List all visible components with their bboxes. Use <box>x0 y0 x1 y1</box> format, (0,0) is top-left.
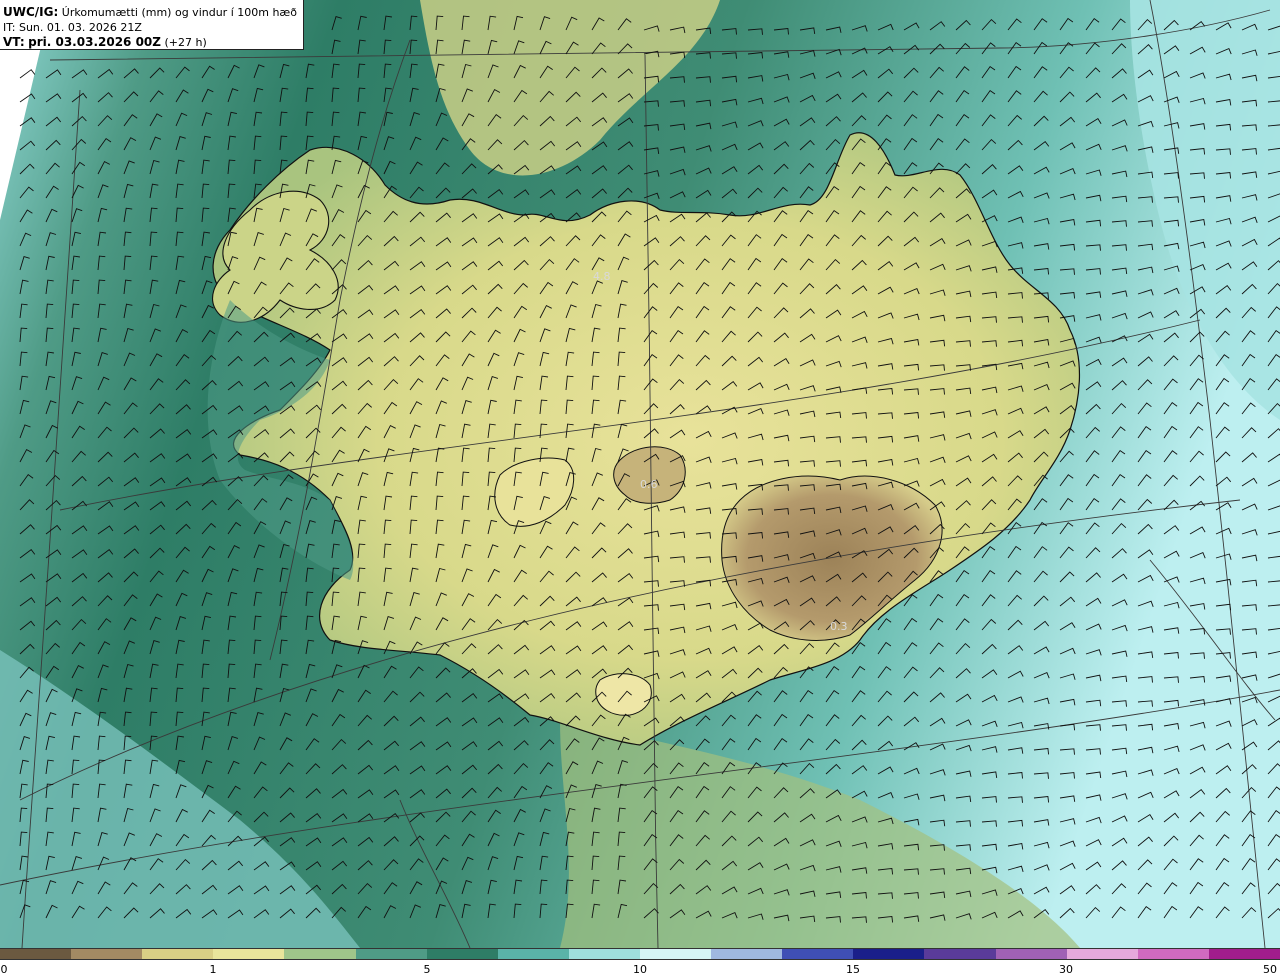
valid-time-line: VT: pri. 03.03.2026 00Z (+27 h) <box>3 35 303 50</box>
title-line: UWC/IG: Úrkomumætti (mm) og vindur í 100… <box>3 5 303 20</box>
colorbar-ticks: 0 1 5 10 15 30 50 <box>0 962 1280 978</box>
colorbar-segment <box>995 949 1068 959</box>
title-text: Úrkomumætti (mm) og vindur í 100m hæð <box>61 6 297 19</box>
colorbar-segment <box>355 949 428 959</box>
colorbar-segment <box>1137 949 1210 959</box>
colorbar-segment <box>711 949 784 959</box>
colorbar-tick: 1 <box>209 963 217 976</box>
colorbar-segment <box>640 949 713 959</box>
colorbar-segment <box>1208 949 1280 959</box>
valid-time-prefix: VT: <box>3 35 25 49</box>
colorbar-tick: 5 <box>423 963 431 976</box>
colorbar-segment <box>284 949 357 959</box>
colorbar-segment <box>924 949 997 959</box>
colorbar-segment <box>213 949 286 959</box>
colorbar-segment <box>0 949 73 959</box>
forecast-map-view: 4.8 0.6 0.3 UWC/IG: Úrkomumætti (mm) og … <box>0 0 1280 978</box>
colorbar-segment <box>568 949 641 959</box>
colorbar-tick: 0 <box>0 963 8 976</box>
colorbar-segment <box>426 949 499 959</box>
colorbar-segment <box>782 949 855 959</box>
colorbar-tick: 30 <box>1059 963 1073 976</box>
title-box: UWC/IG: Úrkomumætti (mm) og vindur í 100… <box>0 0 304 50</box>
colorbar-segment <box>853 949 926 959</box>
value-label-north: 4.8 <box>593 270 611 283</box>
colorbar-segment <box>1066 949 1139 959</box>
valid-time-value: pri. 03.03.2026 00Z <box>28 35 161 49</box>
colorbar-tick: 15 <box>846 963 860 976</box>
forecast-map: 4.8 0.6 0.3 <box>0 0 1280 948</box>
value-label-central: 0.6 <box>640 478 658 491</box>
colorbar-tick: 10 <box>633 963 647 976</box>
colorbar-segment <box>71 949 144 959</box>
colorbar-segment <box>142 949 215 959</box>
value-label-southeast: 0.3 <box>830 620 848 633</box>
colorbar-segment <box>497 949 570 959</box>
colorbar-tick: 50 <box>1263 963 1277 976</box>
model-label: UWC/IG: <box>3 5 59 19</box>
initial-time: IT: Sun. 01. 03. 2026 21Z <box>3 21 142 34</box>
lead-time: (+27 h) <box>164 36 207 49</box>
colorbar <box>0 948 1280 960</box>
